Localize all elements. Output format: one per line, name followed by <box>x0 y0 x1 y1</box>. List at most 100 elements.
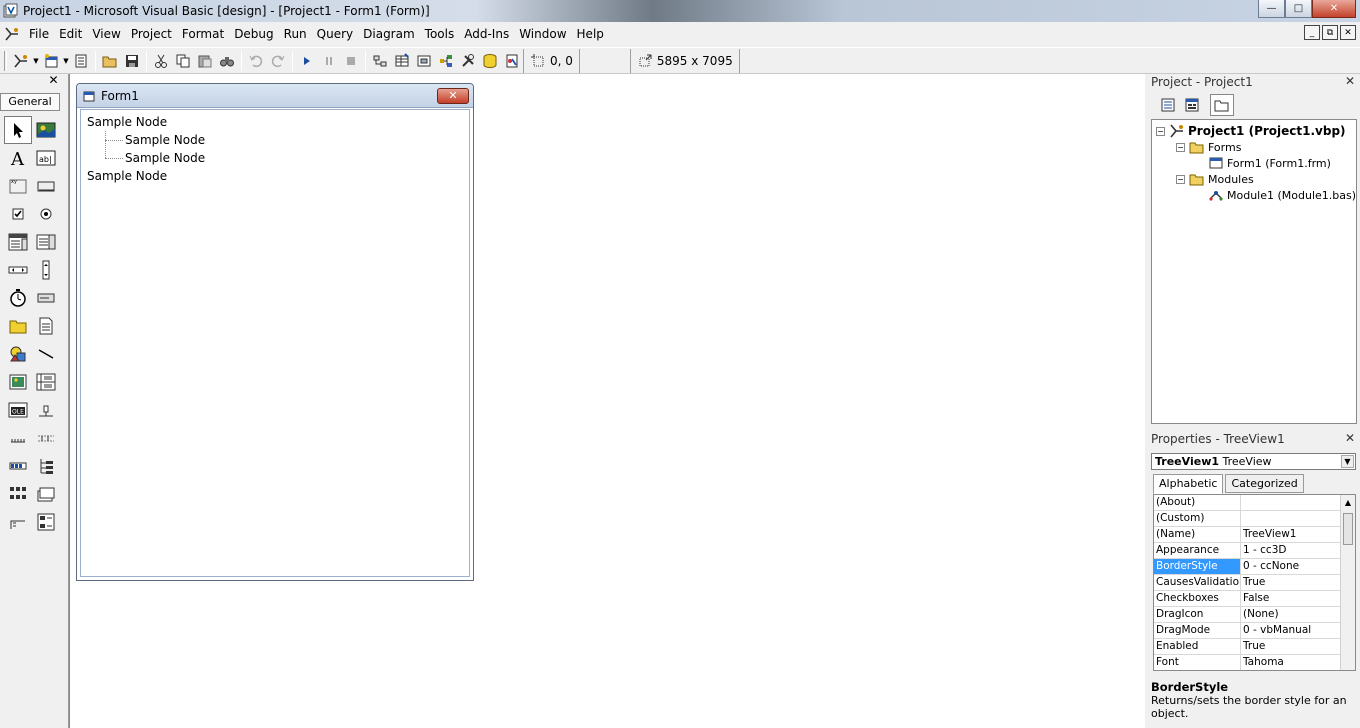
data-tool[interactable] <box>32 368 60 396</box>
frame-tool[interactable]: xy <box>4 172 32 200</box>
toolbox-button[interactable] <box>457 50 479 72</box>
break-button[interactable] <box>318 50 340 72</box>
timer-tool[interactable] <box>4 284 32 312</box>
modules-folder-node[interactable]: − Modules <box>1176 171 1254 187</box>
listbox-tool[interactable] <box>32 228 60 256</box>
tabstrip-tool[interactable] <box>32 480 60 508</box>
minimize-button[interactable]: — <box>1258 0 1285 18</box>
property-row[interactable]: DragIcon (None) <box>1154 607 1355 623</box>
form-system-menu-icon[interactable] <box>4 26 20 42</box>
form-designer-window[interactable]: Form1 ✕ Sample Node Sample Node Sample N… <box>76 83 474 581</box>
statusbar-tool[interactable] <box>32 424 60 452</box>
mdi-close-button[interactable]: ✕ <box>1340 25 1356 40</box>
textbox-tool[interactable]: ab| <box>32 144 60 172</box>
menu-query[interactable]: Query <box>312 23 358 45</box>
property-row[interactable]: (About) <box>1154 495 1355 511</box>
property-value[interactable] <box>1241 495 1355 510</box>
slider-tool[interactable] <box>32 396 60 424</box>
menu-debug[interactable]: Debug <box>229 23 278 45</box>
toolbox-general-tab[interactable]: General <box>0 93 60 111</box>
checkbox-tool[interactable] <box>4 200 32 228</box>
property-value[interactable]: (None) <box>1241 607 1355 622</box>
menu-tools[interactable]: Tools <box>420 23 460 45</box>
property-value[interactable]: 0 - vbManual <box>1241 623 1355 638</box>
mdi-restore-button[interactable]: ⧉ <box>1322 25 1338 40</box>
tree-node[interactable]: Sample Node <box>87 131 205 149</box>
collapse-icon[interactable]: − <box>1156 126 1165 136</box>
pointer-tool[interactable] <box>4 116 32 144</box>
optionbutton-tool[interactable] <box>32 200 60 228</box>
paste-button[interactable] <box>194 50 216 72</box>
property-row[interactable]: Font Tahoma <box>1154 655 1355 670</box>
property-value-dropdown[interactable]: 0 - ccNone▼ <box>1241 559 1355 574</box>
menu-view[interactable]: View <box>87 23 125 45</box>
imagecombo-tool[interactable] <box>32 508 60 536</box>
listview-tool[interactable] <box>4 508 32 536</box>
menu-edit[interactable]: Edit <box>54 23 87 45</box>
property-row[interactable]: CausesValidation True <box>1154 575 1355 591</box>
ole-tool[interactable]: OLE <box>4 396 32 424</box>
property-value[interactable]: 1 - cc3D <box>1241 543 1355 558</box>
add-form-button[interactable] <box>40 50 62 72</box>
copy-button[interactable] <box>172 50 194 72</box>
scroll-up-icon[interactable]: ▲ <box>1341 495 1355 510</box>
menu-editor-button[interactable] <box>70 50 92 72</box>
properties-window-button[interactable] <box>391 50 413 72</box>
property-value[interactable]: True <box>1241 575 1355 590</box>
property-row[interactable]: DragMode 0 - vbManual <box>1154 623 1355 639</box>
form-close-button[interactable]: ✕ <box>437 88 469 104</box>
module1-node[interactable]: Module1 (Module1.bas) <box>1208 187 1356 203</box>
toolbox-close-button[interactable]: ✕ <box>47 74 60 88</box>
project-explorer-close-button[interactable]: ✕ <box>1344 75 1356 89</box>
menu-run[interactable]: Run <box>279 23 312 45</box>
vscrollbar-tool[interactable] <box>32 256 60 284</box>
cut-button[interactable] <box>150 50 172 72</box>
tree-node[interactable]: Sample Node <box>87 113 205 131</box>
menu-help[interactable]: Help <box>572 23 609 45</box>
shape-tool[interactable] <box>4 340 32 368</box>
property-row[interactable]: Appearance 1 - cc3D <box>1154 543 1355 559</box>
collapse-icon[interactable]: − <box>1176 142 1185 152</box>
project-node[interactable]: − Project1 (Project1.vbp) <box>1156 123 1346 139</box>
chevron-down-icon[interactable]: ▼ <box>1341 455 1354 468</box>
object-browser-button[interactable] <box>435 50 457 72</box>
menu-add-ins[interactable]: Add-Ins <box>459 23 514 45</box>
treeview-control[interactable]: Sample Node Sample Node Sample Node Samp… <box>80 109 470 577</box>
form-title-bar[interactable]: Form1 <box>77 84 473 108</box>
line-tool[interactable] <box>32 340 60 368</box>
property-row[interactable]: Enabled True <box>1154 639 1355 655</box>
maximize-button[interactable]: □ <box>1285 0 1312 18</box>
form1-node[interactable]: Form1 (Form1.frm) <box>1208 155 1331 171</box>
collapse-icon[interactable]: − <box>1176 174 1185 184</box>
properties-scrollbar[interactable]: ▲ <box>1340 495 1355 670</box>
properties-title-bar[interactable]: Properties - TreeView1 ✕ <box>1148 431 1360 447</box>
component-manager-button[interactable] <box>501 50 523 72</box>
add-project-button[interactable] <box>10 50 32 72</box>
start-button[interactable] <box>296 50 318 72</box>
image-tool[interactable] <box>4 368 32 396</box>
treeview-tool[interactable] <box>32 452 60 480</box>
property-row[interactable]: (Name) TreeView1 <box>1154 527 1355 543</box>
label-tool[interactable]: A <box>4 144 32 172</box>
toolbar-tool[interactable] <box>4 452 32 480</box>
property-value[interactable] <box>1241 511 1355 526</box>
property-value[interactable]: False <box>1241 591 1355 606</box>
end-button[interactable] <box>340 50 362 72</box>
vb-app-icon[interactable] <box>3 3 19 19</box>
property-value[interactable]: Tahoma <box>1241 655 1355 670</box>
undo-button[interactable] <box>245 50 267 72</box>
tab-categorized[interactable]: Categorized <box>1225 474 1304 493</box>
commandbutton-tool[interactable] <box>32 172 60 200</box>
add-form-dropdown-icon[interactable]: ▼ <box>62 57 70 65</box>
find-button[interactable] <box>216 50 238 72</box>
tree-node[interactable]: Sample Node <box>87 167 205 185</box>
object-selector-combo[interactable]: TreeView1 TreeView ▼ <box>1151 453 1356 470</box>
data-view-button[interactable] <box>479 50 501 72</box>
properties-close-button[interactable]: ✕ <box>1344 432 1356 446</box>
property-row-selected[interactable]: BorderStyle0 - ccNone▼ <box>1154 559 1355 575</box>
menu-format[interactable]: Format <box>177 23 229 45</box>
open-project-button[interactable] <box>99 50 121 72</box>
menu-project[interactable]: Project <box>126 23 177 45</box>
picturebox-tool[interactable] <box>32 116 60 144</box>
tab-alphabetic[interactable]: Alphabetic <box>1153 474 1224 494</box>
